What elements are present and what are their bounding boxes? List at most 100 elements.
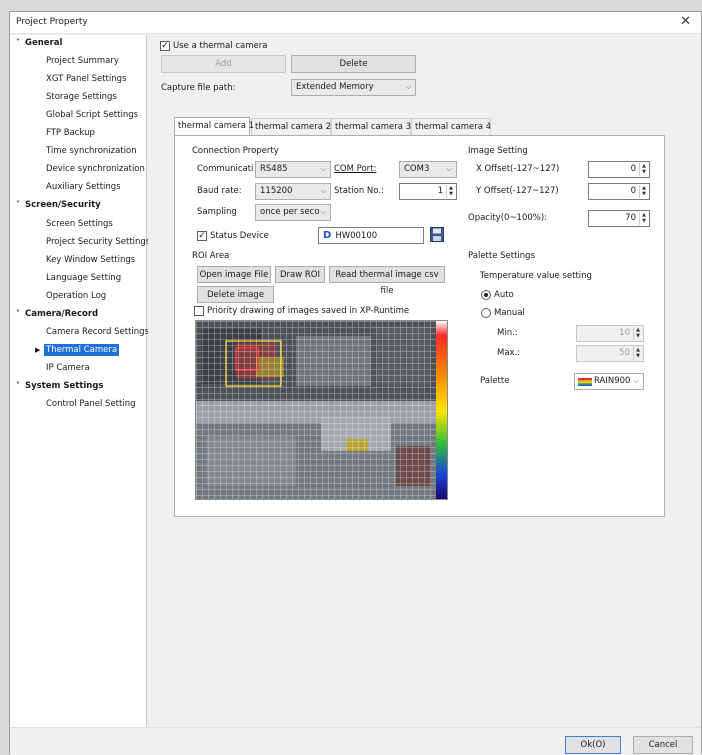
capture-path-value: Extended Memory bbox=[296, 82, 374, 92]
chevron-down-icon: ⌵ bbox=[320, 187, 326, 195]
tree-item-project-summary[interactable]: Project Summary bbox=[46, 56, 119, 66]
tree-item-language[interactable]: Language Setting bbox=[46, 273, 121, 283]
tree-item-screen-settings[interactable]: Screen Settings bbox=[46, 219, 113, 229]
delete-image-button[interactable]: Delete image bbox=[197, 286, 274, 303]
chevron-down-icon: ⌵ bbox=[320, 165, 326, 173]
comm-label: Communicati bbox=[197, 164, 254, 174]
tree-item-label: Thermal Camera bbox=[44, 344, 120, 356]
sampling-select[interactable]: once per seco ⌵ bbox=[255, 204, 331, 221]
title-bar: Project Property ✕ bbox=[10, 12, 701, 34]
tree-item-xgt-panel-settings[interactable]: XGT Panel Settings bbox=[46, 74, 127, 84]
priority-drawing-checkbox[interactable] bbox=[194, 306, 204, 316]
ok-button[interactable]: Ok(O) bbox=[565, 736, 621, 754]
x-offset-label: X Offset(-127~127) bbox=[476, 164, 560, 174]
max-label: Max.: bbox=[497, 348, 521, 358]
chevron-down-icon[interactable]: ˅ bbox=[16, 200, 20, 209]
y-offset-label: Y Offset(-127~127) bbox=[476, 186, 559, 196]
window-title: Project Property bbox=[16, 17, 88, 27]
y-offset-spinner[interactable]: 0 ▲ ▼ bbox=[588, 183, 650, 200]
spin-arrows-icon[interactable]: ▲ ▼ bbox=[639, 163, 648, 176]
category-tree: ˅ General Project Summary XGT Panel Setti… bbox=[10, 35, 150, 727]
tree-category-general[interactable]: ˅ General bbox=[16, 38, 63, 48]
x-offset-value: 0 bbox=[630, 164, 636, 174]
min-spinner[interactable]: 10 ▲ ▼ bbox=[576, 325, 644, 342]
station-value: 1 bbox=[437, 186, 443, 196]
max-spinner[interactable]: 50 ▲ ▼ bbox=[576, 345, 644, 362]
chevron-down-icon: ⌵ bbox=[446, 165, 452, 173]
tree-item-control-panel[interactable]: Control Panel Setting bbox=[46, 399, 136, 409]
x-offset-spinner[interactable]: 0 ▲ ▼ bbox=[588, 161, 650, 178]
tree-item-ftp-backup[interactable]: FTP Backup bbox=[46, 128, 95, 138]
com-port-select[interactable]: COM3 ⌵ bbox=[399, 161, 457, 178]
tree-item-ip-camera[interactable]: IP Camera bbox=[46, 363, 90, 373]
tree-item-project-security[interactable]: Project Security Settings bbox=[46, 237, 150, 247]
status-device-label: Status Device bbox=[210, 231, 269, 241]
device-prefix: D bbox=[323, 230, 332, 241]
device-address-value: HW00100 bbox=[335, 231, 378, 241]
chevron-down-icon[interactable]: ˅ bbox=[16, 381, 20, 390]
connection-header: Connection Property bbox=[192, 146, 279, 156]
tree-item-time-sync[interactable]: Time synchronization bbox=[46, 146, 137, 156]
device-address-field[interactable]: D HW00100 bbox=[318, 227, 424, 244]
save-icon[interactable] bbox=[430, 227, 444, 242]
tree-category-label: Camera/Record bbox=[25, 309, 99, 319]
tab-thermal-camera-2[interactable]: thermal camera 2 bbox=[251, 118, 331, 135]
spin-arrows-icon[interactable]: ▲ ▼ bbox=[639, 212, 648, 225]
palette-value: RAIN900 bbox=[594, 376, 631, 386]
auto-radio[interactable] bbox=[481, 290, 491, 300]
tree-item-key-window[interactable]: Key Window Settings bbox=[46, 255, 135, 265]
tree-category-screen-security[interactable]: ˅ Screen/Security bbox=[16, 200, 101, 210]
tree-category-label: Screen/Security bbox=[25, 200, 101, 210]
max-value: 50 bbox=[619, 348, 630, 358]
thermal-image-preview[interactable] bbox=[195, 320, 448, 500]
chevron-down-icon[interactable]: ˅ bbox=[16, 309, 20, 318]
caret-right-icon: ▶ bbox=[35, 346, 41, 354]
settings-content: ✓ Use a thermal camera Add Delete Captur… bbox=[148, 35, 701, 727]
tree-item-auxiliary-settings[interactable]: Auxiliary Settings bbox=[46, 182, 121, 192]
tree-item-global-script-settings[interactable]: Global Script Settings bbox=[46, 110, 138, 120]
sampling-label: Sampling bbox=[197, 207, 237, 217]
tree-item-camera-record-settings[interactable]: Camera Record Settings bbox=[46, 327, 149, 337]
baud-select[interactable]: 115200 ⌵ bbox=[255, 183, 331, 200]
temperature-setting-header: Temperature value setting bbox=[480, 271, 592, 281]
manual-radio[interactable] bbox=[481, 308, 491, 318]
tree-category-camera-record[interactable]: ˅ Camera/Record bbox=[16, 309, 99, 319]
use-thermal-checkbox[interactable]: ✓ bbox=[160, 41, 170, 51]
close-icon[interactable]: ✕ bbox=[680, 14, 691, 29]
comm-value: RS485 bbox=[260, 164, 288, 174]
spin-arrows-icon[interactable]: ▲ ▼ bbox=[446, 185, 455, 198]
palette-select[interactable]: RAIN900 ⌵ bbox=[574, 373, 644, 390]
tree-category-label: General bbox=[25, 38, 63, 48]
add-button[interactable]: Add bbox=[161, 55, 286, 73]
tree-item-storage-settings[interactable]: Storage Settings bbox=[46, 92, 117, 102]
open-image-file-button[interactable]: Open image File bbox=[197, 266, 271, 283]
tab-thermal-camera-3[interactable]: thermal camera 3 bbox=[331, 118, 411, 135]
capture-path-label: Capture file path: bbox=[161, 83, 236, 93]
status-device-checkbox[interactable]: ✓ bbox=[197, 231, 207, 241]
capture-path-select[interactable]: Extended Memory ⌵ bbox=[291, 79, 416, 96]
cancel-button[interactable]: Cancel bbox=[633, 736, 693, 754]
chevron-down-icon[interactable]: ˅ bbox=[16, 38, 20, 47]
tree-item-thermal-camera[interactable]: ▶ Thermal Camera bbox=[35, 344, 120, 356]
spin-arrows-icon[interactable]: ▲ ▼ bbox=[633, 347, 642, 360]
spin-arrows-icon[interactable]: ▲ ▼ bbox=[633, 327, 642, 340]
dialog-footer: Ok(O) Cancel bbox=[10, 727, 701, 755]
draw-roi-button[interactable]: Draw ROI bbox=[275, 266, 325, 283]
opacity-label: Opacity(0~100%): bbox=[468, 213, 548, 223]
tree-item-operation-log[interactable]: Operation Log bbox=[46, 291, 106, 301]
tab-thermal-camera-1[interactable]: thermal camera 1 bbox=[174, 117, 254, 135]
opacity-spinner[interactable]: 70 ▲ ▼ bbox=[588, 210, 650, 227]
tab-panel: Connection Property Communicati RS485 ⌵ C… bbox=[174, 135, 665, 517]
comm-select[interactable]: RS485 ⌵ bbox=[255, 161, 331, 178]
read-csv-button[interactable]: Read thermal image csv file bbox=[329, 266, 445, 296]
station-spinner[interactable]: 1 ▲ ▼ bbox=[399, 183, 457, 200]
spin-arrows-icon[interactable]: ▲ ▼ bbox=[639, 185, 648, 198]
tree-category-system-settings[interactable]: ˅ System Settings bbox=[16, 381, 104, 391]
y-offset-value: 0 bbox=[630, 186, 636, 196]
tree-item-device-sync[interactable]: Device synchronization bbox=[46, 164, 145, 174]
delete-button[interactable]: Delete bbox=[291, 55, 416, 73]
min-label: Min.: bbox=[497, 328, 518, 338]
tab-thermal-camera-4[interactable]: thermal camera 4 bbox=[411, 118, 491, 135]
chevron-down-icon: ⌵ bbox=[405, 83, 411, 91]
roi-header: ROI Area bbox=[192, 251, 230, 261]
